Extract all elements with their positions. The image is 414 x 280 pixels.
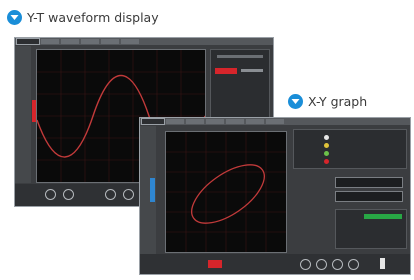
yt-caption-label: Y-T waveform display bbox=[27, 10, 159, 25]
xy-control-knob bbox=[332, 259, 343, 270]
yt-control-knob bbox=[63, 189, 74, 200]
xy-window-screenshot bbox=[140, 118, 410, 274]
yt-control-knob bbox=[45, 189, 56, 200]
xy-tabs bbox=[141, 118, 284, 125]
xy-graph-svg bbox=[166, 132, 286, 252]
xy-status-bar bbox=[364, 214, 402, 219]
xy-channel-panel bbox=[293, 129, 407, 169]
xy-channel-tab bbox=[150, 178, 155, 202]
xy-battery-icon bbox=[380, 258, 385, 269]
yt-panel-red-button bbox=[215, 68, 237, 74]
yt-control-knob bbox=[123, 189, 134, 200]
xy-lissajous-trace bbox=[191, 164, 265, 224]
xy-caption: X-Y graph bbox=[288, 94, 367, 109]
xy-control-knob bbox=[348, 259, 359, 270]
xy-bottom-controls bbox=[140, 254, 410, 274]
yt-left-rail bbox=[15, 46, 31, 183]
xy-control-knob bbox=[316, 259, 327, 270]
xy-readout-row bbox=[335, 177, 403, 188]
xy-caption-label: X-Y graph bbox=[308, 94, 368, 109]
yt-control-knob bbox=[105, 189, 116, 200]
xy-settings-panel bbox=[335, 209, 407, 249]
yt-tabs bbox=[16, 38, 139, 45]
yt-caption: Y-T waveform display bbox=[7, 10, 159, 25]
xy-red-button bbox=[208, 260, 222, 268]
xy-readout-row bbox=[335, 191, 403, 202]
xy-graph-plot bbox=[165, 131, 287, 253]
xy-control-knob bbox=[300, 259, 311, 270]
yt-channel-tab bbox=[32, 100, 36, 122]
chevron-down-icon bbox=[288, 94, 303, 109]
chevron-down-icon bbox=[7, 10, 22, 25]
